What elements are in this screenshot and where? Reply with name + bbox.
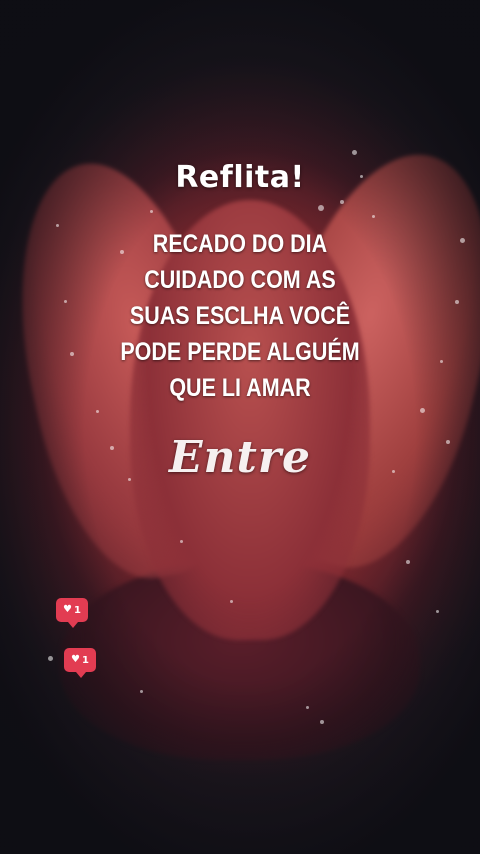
- message-line: PODE PERDE ALGUÉM: [120, 338, 360, 366]
- water-droplet: [64, 300, 67, 303]
- water-droplet: [318, 205, 324, 211]
- video-frame: Reflita! RECADO DO DIA CUIDADO COM AS SU…: [0, 0, 480, 854]
- water-droplet: [352, 150, 357, 155]
- like-notification[interactable]: ♥ 1: [64, 648, 96, 678]
- water-droplet: [420, 408, 425, 413]
- water-droplet: [372, 215, 375, 218]
- post-message: RECADO DO DIA CUIDADO COM AS SUAS ESCLHA…: [102, 226, 377, 406]
- water-droplet: [460, 238, 465, 243]
- message-line: QUE LI AMAR: [169, 374, 311, 402]
- water-droplet: [406, 560, 410, 564]
- water-droplet: [455, 300, 459, 304]
- water-droplet: [340, 200, 344, 204]
- water-droplet: [56, 224, 59, 227]
- background-vignette: [0, 0, 480, 854]
- message-line: SUAS ESCLHA VOCÊ: [129, 302, 351, 330]
- water-droplet: [150, 210, 153, 213]
- water-droplet: [440, 360, 443, 363]
- water-droplet: [48, 656, 53, 661]
- water-droplet: [70, 352, 74, 356]
- message-line: CUIDADO COM AS: [144, 266, 336, 294]
- signature-text: Entre: [168, 432, 312, 483]
- like-count: 1: [74, 604, 81, 616]
- water-droplet: [96, 410, 99, 413]
- message-line: RECADO DO DIA: [152, 230, 328, 258]
- post-title: Reflita!: [175, 160, 305, 195]
- heart-icon: ♥: [71, 654, 80, 665]
- heart-icon: ♥: [63, 604, 72, 615]
- like-count: 1: [82, 654, 89, 666]
- water-droplet: [320, 720, 324, 724]
- water-droplet: [230, 600, 233, 603]
- water-droplet: [436, 610, 439, 613]
- like-notification[interactable]: ♥ 1: [56, 598, 88, 628]
- water-droplet: [306, 706, 309, 709]
- water-droplet: [140, 690, 143, 693]
- water-droplet: [180, 540, 183, 543]
